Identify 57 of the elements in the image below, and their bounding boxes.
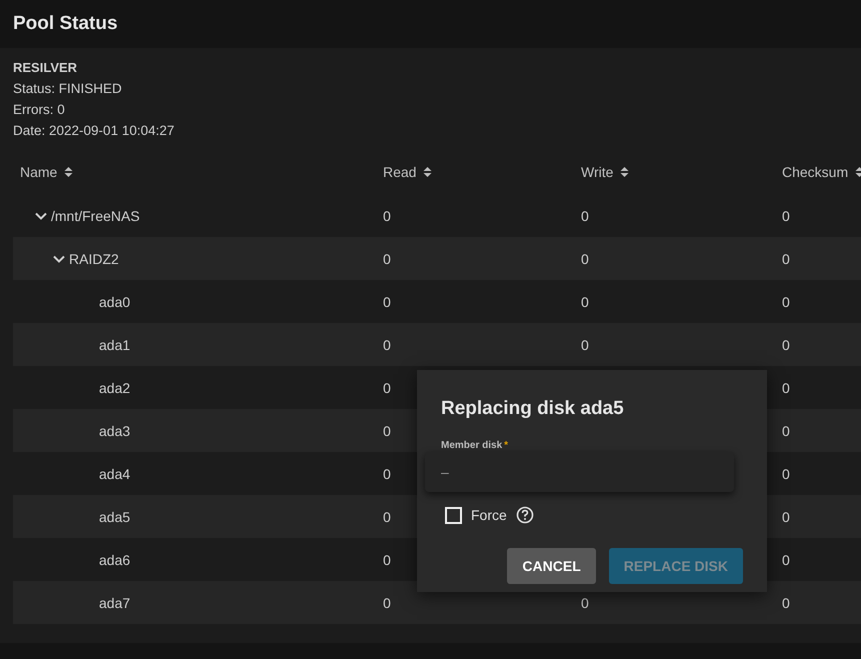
- table-cell: 0: [383, 294, 391, 310]
- table-cell: 0: [383, 250, 391, 266]
- checkbox-label: Force: [471, 507, 507, 523]
- page-title: Pool Status: [13, 13, 118, 35]
- column-header[interactable]: Read: [383, 164, 432, 180]
- scan-info: Errors: 0: [13, 102, 66, 117]
- table-cell: 0: [581, 594, 589, 610]
- field-label: Member disk *: [441, 440, 510, 451]
- table-cell: 0: [581, 294, 589, 310]
- table-cell: 0: [581, 336, 589, 352]
- scan-info: Status: FINISHED: [13, 81, 123, 96]
- table-cell: 0: [383, 466, 391, 482]
- table-cell: 0: [782, 422, 790, 438]
- table-cell: 0: [581, 250, 589, 266]
- table-cell: 0: [383, 422, 391, 438]
- scan-info: Date: 2022-09-01 10:04:27: [13, 123, 176, 138]
- table-cell: 0: [383, 380, 391, 396]
- table-cell: ada5: [99, 508, 130, 524]
- table-cell: ada4: [99, 466, 130, 482]
- table-cell: 0: [782, 380, 790, 396]
- table-cell: 0: [782, 508, 790, 524]
- required-mark: *: [504, 440, 508, 451]
- table-cell: 0: [782, 294, 790, 310]
- table-cell: ada1: [99, 336, 130, 352]
- sort-icon: [64, 166, 74, 178]
- table-cell: ada0: [99, 294, 130, 310]
- table-cell: 0: [782, 594, 790, 610]
- table-cell: 0: [782, 466, 790, 482]
- table-cell: ada2: [99, 380, 130, 396]
- sort-icon: [423, 166, 432, 178]
- table-cell: 0: [383, 552, 391, 568]
- table-cell: 0: [383, 336, 391, 352]
- column-header[interactable]: Name: [13, 164, 74, 180]
- table-cell: RAIDZ2: [69, 250, 119, 266]
- dialog-title: Replacing disk ada5: [441, 398, 625, 420]
- table-cell: 0: [782, 250, 790, 266]
- table-cell: ada3: [99, 422, 130, 438]
- chevron-icon[interactable]: [53, 254, 65, 262]
- cancel-button[interactable]: CANCEL: [507, 548, 596, 584]
- table-cell: ada7: [99, 594, 130, 610]
- table-cell: 0: [383, 594, 391, 610]
- scan-heading: RESILVER: [13, 60, 78, 75]
- table-cell: 0: [782, 552, 790, 568]
- table-cell: ada6: [99, 552, 130, 568]
- table-cell: 0: [383, 208, 391, 224]
- table-cell: /mnt/FreeNAS: [51, 208, 140, 224]
- chevron-icon[interactable]: [35, 212, 47, 220]
- column-header[interactable]: Checksum: [782, 164, 861, 180]
- help-icon[interactable]: [516, 506, 534, 524]
- table-cell: 0: [581, 208, 589, 224]
- dropdown-option[interactable]: –: [425, 464, 449, 480]
- table-cell: 0: [782, 208, 790, 224]
- column-header[interactable]: Write: [581, 164, 630, 180]
- sort-icon: [620, 166, 630, 178]
- table-cell: 0: [383, 508, 391, 524]
- table-cell: 0: [782, 336, 790, 352]
- force-checkbox[interactable]: [445, 506, 462, 524]
